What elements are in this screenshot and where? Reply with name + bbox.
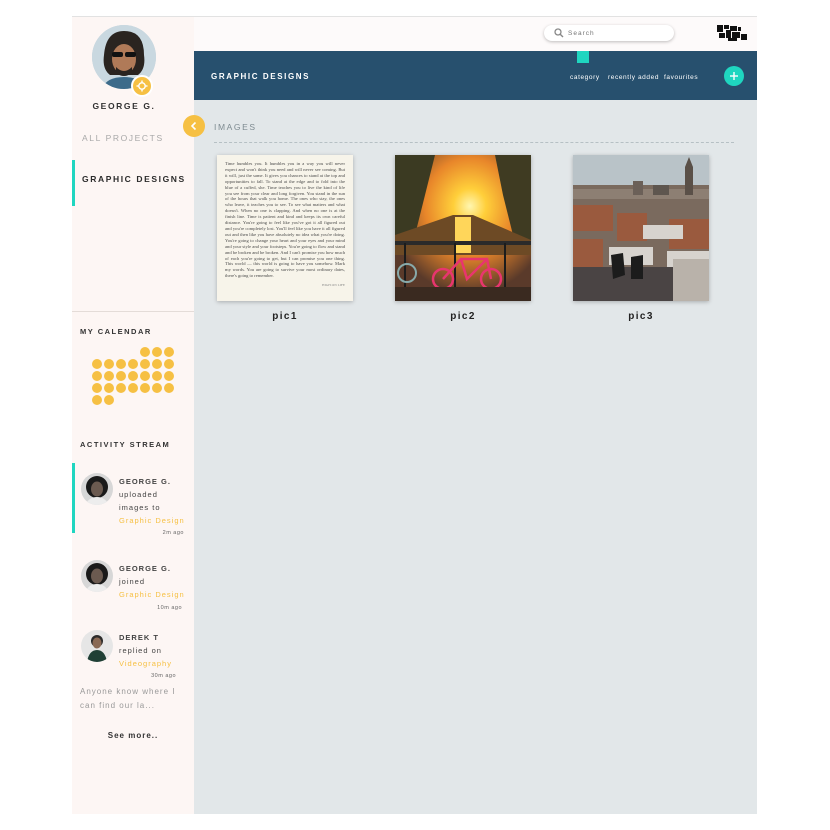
- image-card[interactable]: pic3: [573, 155, 709, 322]
- calendar-day[interactable]: [140, 359, 150, 369]
- chevron-left-icon: [190, 121, 197, 131]
- calendar-day[interactable]: [92, 371, 102, 381]
- nav-all-projects[interactable]: ALL PROJECTS: [82, 133, 164, 143]
- section-divider: [214, 142, 734, 143]
- nav-graphic-designs[interactable]: GRAPHIC DESIGNS: [82, 174, 186, 184]
- active-indicator: [72, 160, 75, 206]
- calendar-day[interactable]: [140, 347, 150, 357]
- activity-item: GEORGE G. uploaded images to Graphic Des…: [119, 475, 189, 527]
- calendar-day[interactable]: [164, 359, 174, 369]
- section-title: IMAGES: [214, 122, 257, 132]
- logo[interactable]: [717, 25, 747, 41]
- activity-action: joined: [119, 577, 146, 586]
- image-thumbnail[interactable]: [395, 155, 531, 301]
- image-label: pic1: [272, 311, 298, 322]
- see-more-link[interactable]: See more..: [72, 731, 194, 740]
- sidebar-divider: [72, 311, 194, 312]
- collapse-sidebar-button[interactable]: [183, 115, 205, 137]
- activity-target-link[interactable]: Graphic Design: [119, 516, 185, 525]
- app-window: GEORGE G. ALL PROJECTS GRAPHIC DESIGNS M…: [72, 16, 757, 814]
- activity-time: 10m ago: [157, 605, 182, 611]
- calendar-day[interactable]: [140, 383, 150, 393]
- calendar-day[interactable]: [164, 347, 174, 357]
- calendar-day[interactable]: [164, 383, 174, 393]
- activity-message-preview[interactable]: Anyone know where I can find our la...: [80, 685, 190, 713]
- calendar-day[interactable]: [92, 359, 102, 369]
- activity-item: DEREK T replied on Videography: [119, 631, 189, 670]
- image-label: pic2: [450, 311, 476, 322]
- calendar-title: MY CALENDAR: [80, 327, 152, 336]
- calendar-day[interactable]: [152, 371, 162, 381]
- plus-icon: [730, 72, 738, 80]
- calendar-grid[interactable]: [92, 347, 188, 413]
- activity-action: uploaded images to: [119, 490, 161, 512]
- calendar-day[interactable]: [92, 383, 102, 393]
- document-text: Time humbles you. It humbles you in a wa…: [225, 161, 345, 279]
- search-input[interactable]: [568, 29, 658, 37]
- calendar-day[interactable]: [152, 383, 162, 393]
- calendar-day[interactable]: [104, 371, 114, 381]
- settings-icon[interactable]: [131, 75, 153, 97]
- activity-item: GEORGE G. joined Graphic Design: [119, 562, 189, 601]
- activity-avatar[interactable]: [81, 473, 113, 505]
- activity-title: ACTIVITY STREAM: [80, 440, 171, 449]
- activity-target-link[interactable]: Graphic Design: [119, 590, 185, 599]
- search-box[interactable]: [544, 25, 674, 41]
- activity-target-link[interactable]: Videography: [119, 659, 172, 668]
- calendar-day[interactable]: [116, 383, 126, 393]
- activity-time: 2m ago: [162, 530, 184, 536]
- tab-recently-added[interactable]: recently added: [608, 74, 659, 81]
- activity-avatar[interactable]: [81, 560, 113, 592]
- calendar-day[interactable]: [104, 359, 114, 369]
- main-content: GRAPHIC DESIGNS category recently added …: [194, 51, 757, 814]
- calendar-day[interactable]: [152, 359, 162, 369]
- image-thumbnail[interactable]: Time humbles you. It humbles you in a wa…: [217, 155, 353, 301]
- calendar-day[interactable]: [140, 371, 150, 381]
- activity-user[interactable]: GEORGE G.: [119, 477, 171, 486]
- image-card[interactable]: Time humbles you. It humbles you in a wa…: [217, 155, 353, 322]
- calendar-day[interactable]: [128, 371, 138, 381]
- user-name: GEORGE G.: [92, 101, 156, 111]
- header-band: GRAPHIC DESIGNS category recently added …: [194, 51, 757, 100]
- tab-category[interactable]: category: [570, 74, 600, 81]
- calendar-day[interactable]: [92, 395, 102, 405]
- document-signature: HIGH ON LIFE: [322, 283, 345, 288]
- activity-action: replied on: [119, 646, 162, 655]
- calendar-day[interactable]: [164, 371, 174, 381]
- tab-favourites[interactable]: favourites: [664, 74, 698, 81]
- tab-indicator: [577, 51, 589, 63]
- calendar-day[interactable]: [152, 347, 162, 357]
- add-button[interactable]: [724, 66, 744, 86]
- image-thumbnail[interactable]: [573, 155, 709, 301]
- search-icon: [554, 28, 564, 38]
- sidebar: GEORGE G. ALL PROJECTS GRAPHIC DESIGNS M…: [72, 17, 194, 814]
- calendar-day[interactable]: [104, 395, 114, 405]
- activity-time: 30m ago: [151, 673, 176, 679]
- calendar-day[interactable]: [116, 371, 126, 381]
- activity-active-indicator: [72, 463, 75, 533]
- activity-user[interactable]: DEREK T: [119, 633, 159, 642]
- calendar-day[interactable]: [128, 359, 138, 369]
- image-card[interactable]: pic2: [395, 155, 531, 322]
- activity-avatar[interactable]: [81, 630, 113, 662]
- image-label: pic3: [628, 311, 654, 322]
- calendar-day[interactable]: [116, 359, 126, 369]
- activity-user[interactable]: GEORGE G.: [119, 564, 171, 573]
- calendar-day[interactable]: [104, 383, 114, 393]
- page-title: GRAPHIC DESIGNS: [211, 72, 311, 81]
- calendar-day[interactable]: [128, 383, 138, 393]
